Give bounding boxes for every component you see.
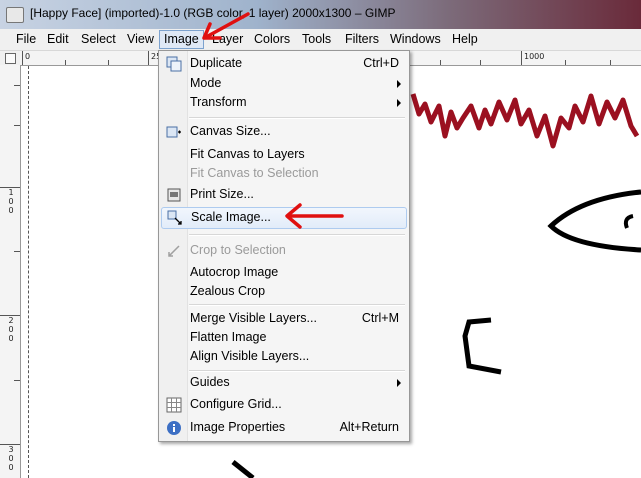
- ruler-label: 0: [8, 454, 14, 463]
- ruler-corner-button[interactable]: [0, 51, 21, 66]
- menu-item-align-visible-layers[interactable]: Align Visible Layers...: [161, 347, 407, 367]
- ruler-label: 3: [8, 445, 14, 454]
- menu-file[interactable]: File: [12, 31, 40, 48]
- menu-help[interactable]: Help: [448, 31, 482, 48]
- menu-edit[interactable]: Edit: [43, 31, 73, 48]
- menu-item-label: Guides: [190, 375, 230, 389]
- menu-item-label: Fit Canvas to Selection: [190, 166, 319, 180]
- info-icon: [167, 421, 181, 435]
- grid-icon: [166, 397, 182, 413]
- ruler-label: 2: [8, 316, 14, 325]
- menu-item-duplicate[interactable]: Duplicate Ctrl+D: [161, 54, 407, 74]
- menu-item-label: Merge Visible Layers...: [190, 311, 317, 325]
- menu-item-image-properties[interactable]: Image Properties Alt+Return: [161, 418, 407, 438]
- menu-bar: File Edit Select View Image Layer Colors…: [0, 29, 641, 51]
- menu-item-configure-grid[interactable]: Configure Grid...: [161, 395, 407, 415]
- ruler-label: 0: [25, 52, 31, 61]
- submenu-arrow-icon: [397, 99, 401, 107]
- app-icon: [6, 7, 24, 23]
- menu-item-fit-canvas-to-layers[interactable]: Fit Canvas to Layers: [161, 145, 407, 165]
- ruler-label: 0: [8, 325, 14, 334]
- menu-separator: [189, 304, 405, 306]
- annotation-arrow-menu: [202, 12, 250, 40]
- menu-item-label: Configure Grid...: [190, 397, 282, 411]
- annotation-arrow-scale-image: [285, 203, 344, 229]
- ruler-label: 0: [8, 197, 14, 206]
- menu-select[interactable]: Select: [77, 31, 120, 48]
- menu-item-autocrop-image[interactable]: Autocrop Image: [161, 263, 407, 283]
- menu-item-canvas-size[interactable]: Canvas Size...: [161, 122, 407, 142]
- menu-item-shortcut: Alt+Return: [339, 420, 399, 434]
- menu-tools[interactable]: Tools: [298, 31, 335, 48]
- submenu-arrow-icon: [397, 379, 401, 387]
- menu-item-label: Mode: [190, 76, 222, 90]
- menu-item-label: Zealous Crop: [190, 284, 266, 298]
- menu-item-fit-canvas-to-selection[interactable]: Fit Canvas to Selection: [161, 164, 407, 184]
- menu-item-shortcut: Ctrl+D: [363, 56, 399, 70]
- menu-item-transform[interactable]: Transform: [161, 93, 407, 113]
- canvas-size-icon: [166, 126, 181, 138]
- menu-item-label: Transform: [190, 95, 247, 109]
- ruler-label: 0: [8, 463, 14, 472]
- menu-item-label: Canvas Size...: [190, 124, 271, 138]
- menu-item-flatten-image[interactable]: Flatten Image: [161, 328, 407, 348]
- image-menu-dropdown: Duplicate Ctrl+D Mode Transform Canvas S…: [158, 50, 410, 442]
- quick-mask-icon: [5, 53, 16, 64]
- ruler-label: 1: [8, 188, 14, 197]
- submenu-arrow-icon: [397, 80, 401, 88]
- title-bar: [Happy Face] (imported)-1.0 (RGB color, …: [0, 0, 641, 29]
- print-size-icon: [167, 188, 181, 202]
- vertical-ruler[interactable]: 1 0 0 2 0 0 3 0 0: [0, 65, 21, 478]
- menu-separator: [189, 370, 405, 372]
- menu-separator: [189, 117, 405, 119]
- menu-item-label: Scale Image...: [191, 210, 271, 224]
- ruler-label: 0: [8, 206, 14, 215]
- menu-item-guides[interactable]: Guides: [161, 373, 407, 393]
- menu-separator: [189, 234, 405, 236]
- menu-item-label: Flatten Image: [190, 330, 267, 344]
- menu-view[interactable]: View: [123, 31, 158, 48]
- ruler-label: 1000: [524, 52, 545, 61]
- menu-item-label: Fit Canvas to Layers: [190, 147, 305, 161]
- menu-item-mode[interactable]: Mode: [161, 74, 407, 94]
- menu-item-label: Duplicate: [190, 56, 243, 70]
- menu-item-label: Image Properties: [190, 420, 286, 434]
- menu-item-zealous-crop[interactable]: Zealous Crop: [161, 282, 407, 302]
- duplicate-icon: [166, 56, 182, 72]
- menu-item-merge-visible-layers[interactable]: Merge Visible Layers... Ctrl+M: [161, 309, 407, 329]
- crop-icon: [168, 245, 180, 257]
- menu-item-label: Crop to Selection: [190, 243, 286, 257]
- menu-item-crop-to-selection[interactable]: Crop to Selection: [161, 241, 407, 261]
- menu-item-label: Align Visible Layers...: [190, 349, 310, 363]
- ruler-label: 0: [8, 334, 14, 343]
- menu-colors[interactable]: Colors: [250, 31, 294, 48]
- scale-image-icon: [167, 210, 182, 225]
- menu-windows[interactable]: Windows: [386, 31, 445, 48]
- menu-item-shortcut: Ctrl+M: [361, 311, 399, 325]
- menu-item-label: Print Size...: [190, 187, 254, 201]
- menu-item-label: Autocrop Image: [190, 265, 279, 279]
- menu-filters[interactable]: Filters: [341, 31, 383, 48]
